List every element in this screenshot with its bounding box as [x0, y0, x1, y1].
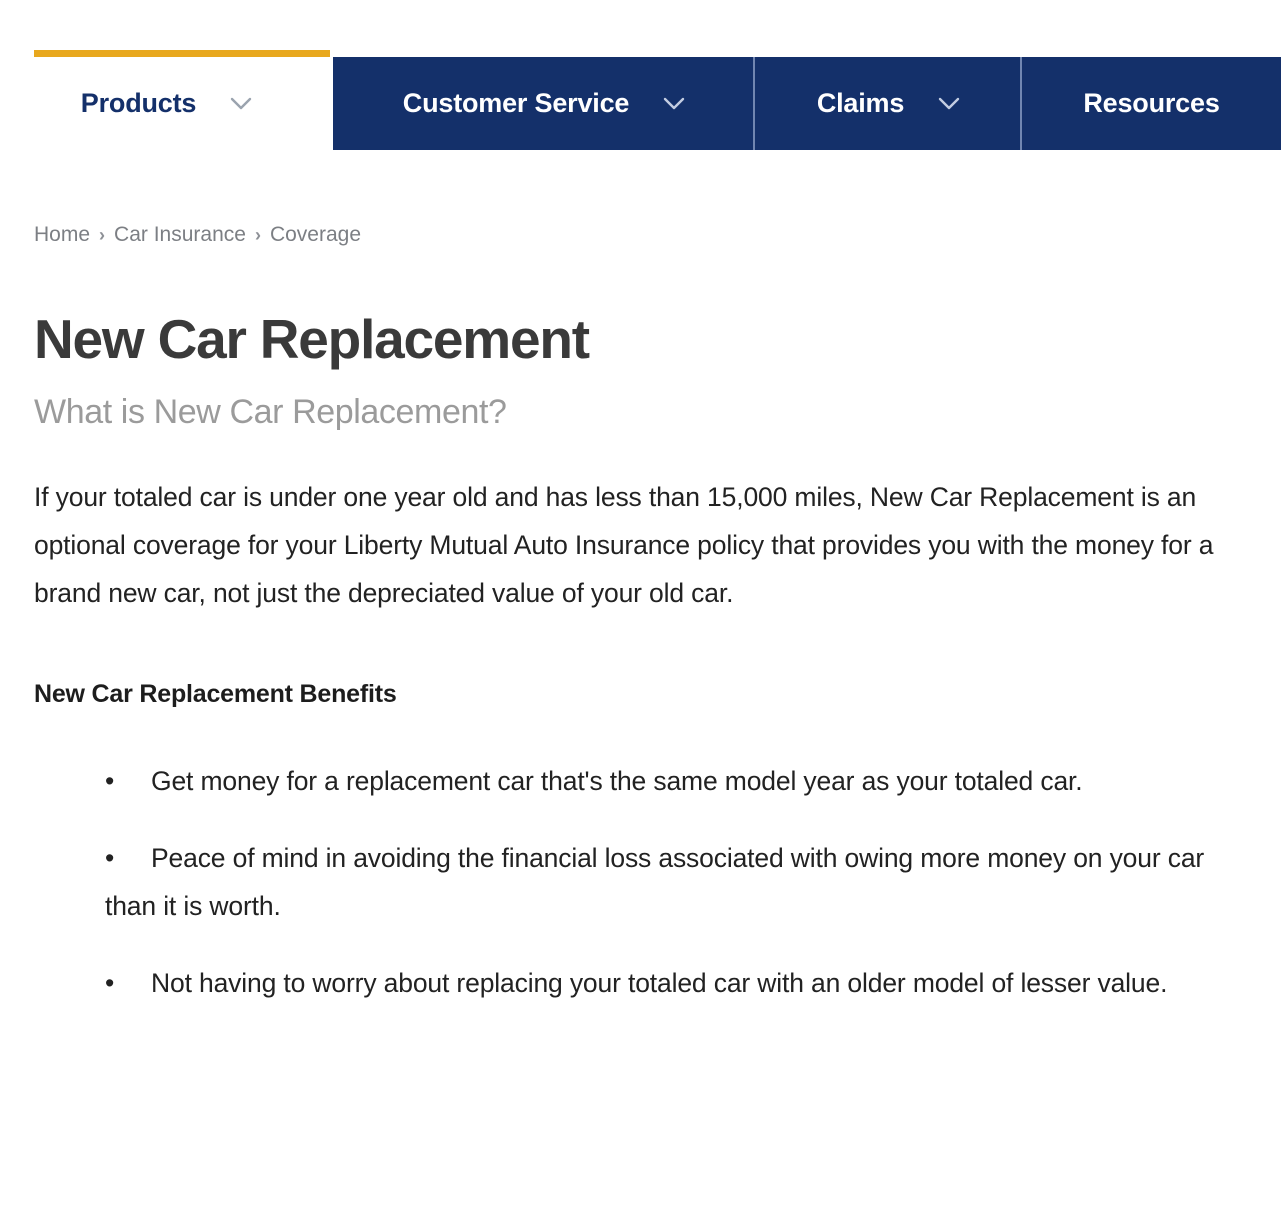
list-item: • Get money for a replacement car that's …	[105, 757, 1247, 805]
page-content: Home › Car Insurance › Coverage New Car …	[0, 223, 1281, 1007]
page-title: New Car Replacement	[34, 308, 590, 370]
list-item-label: Peace of mind in avoiding the financial …	[105, 843, 1205, 922]
list-item-label: Get money for a replacement car that's t…	[151, 766, 1083, 797]
breadcrumb: Home › Car Insurance › Coverage	[34, 223, 1247, 247]
intro-paragraph: If your totaled car is under one year ol…	[34, 482, 1214, 609]
navigation-items: Products Customer Service Claims Resourc…	[0, 57, 1281, 150]
breadcrumb-separator-icon: ›	[254, 225, 261, 245]
list-item: • Not having to worry about replacing you…	[105, 959, 1247, 1007]
breadcrumb-separator-icon: ›	[99, 225, 106, 245]
breadcrumb-item-car-insurance[interactable]: Car Insurance	[114, 223, 246, 247]
nav-item-label: Resources	[1083, 88, 1220, 118]
breadcrumb-item-home[interactable]: Home	[34, 223, 90, 247]
list-item-label: Not having to worry about replacing your…	[151, 968, 1168, 999]
benefits-heading: New Car Replacement Benefits	[34, 680, 397, 709]
nav-item-resources[interactable]: Resources	[1022, 57, 1281, 150]
nav-item-label: Products	[80, 88, 197, 118]
nav-item-claims[interactable]: Claims	[755, 57, 1022, 150]
chevron-down-icon	[230, 97, 252, 110]
page-subtitle: What is New Car Replacement?	[34, 393, 507, 432]
chevron-down-icon	[663, 97, 685, 110]
chevron-down-icon	[938, 97, 960, 110]
nav-item-label: Customer Service	[402, 88, 630, 118]
bullet-icon: •	[105, 843, 115, 874]
nav-item-customer-service[interactable]: Customer Service	[333, 57, 755, 150]
benefits-list: • Get money for a replacement car that's …	[34, 757, 1247, 1007]
primary-navigation: Products Customer Service Claims Resourc…	[0, 0, 1281, 150]
list-item: • Peace of mind in avoiding the financial…	[105, 834, 1247, 930]
bullet-icon: •	[105, 968, 115, 999]
breadcrumb-item-coverage[interactable]: Coverage	[270, 223, 361, 247]
active-tab-accent-bar	[34, 50, 330, 57]
nav-item-products[interactable]: Products	[0, 57, 333, 150]
bullet-icon: •	[105, 766, 115, 797]
nav-item-label: Claims	[816, 88, 905, 118]
